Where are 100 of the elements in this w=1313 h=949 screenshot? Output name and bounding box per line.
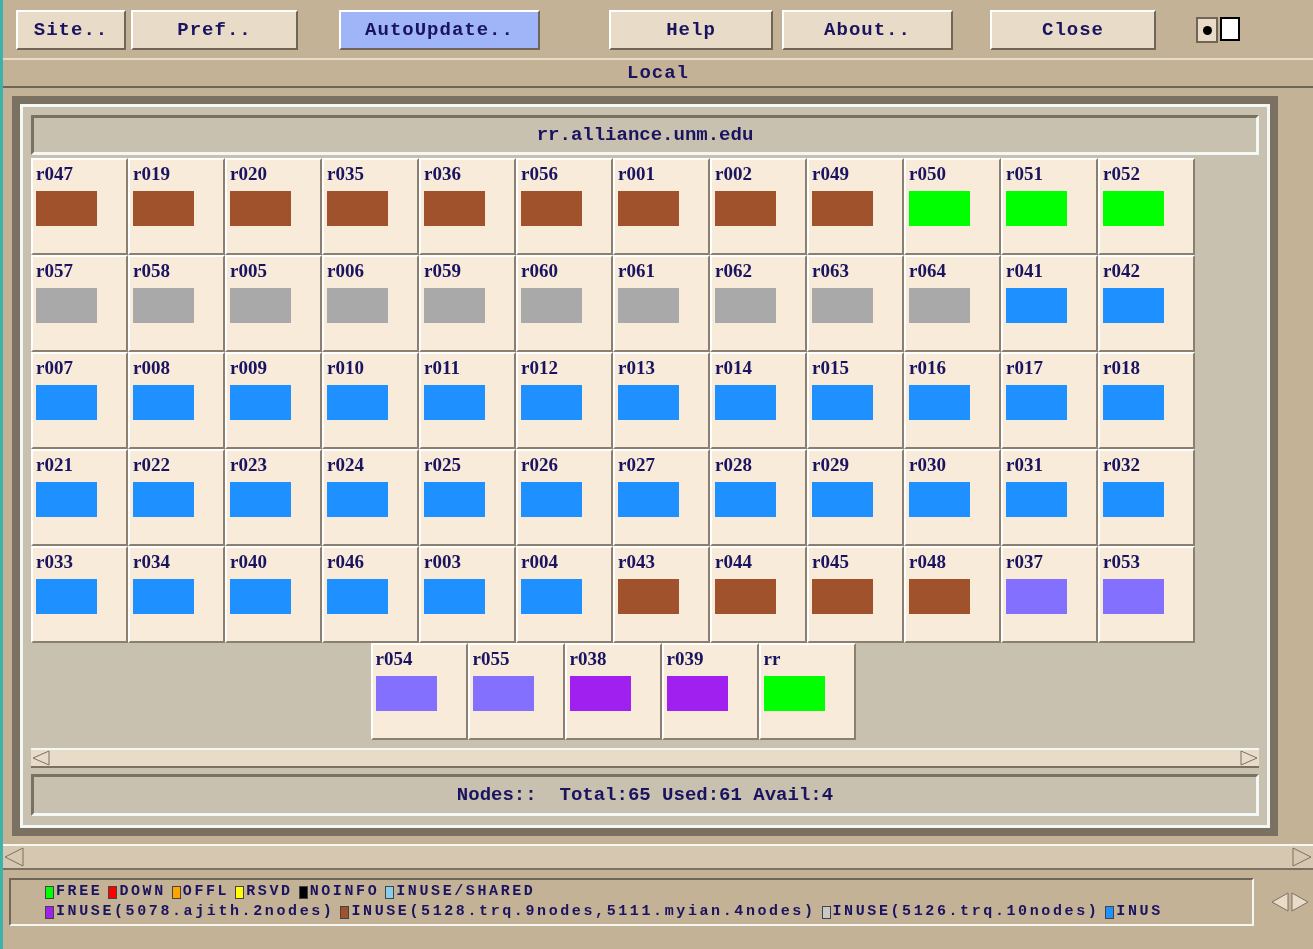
toolbar-button[interactable]: Site.. bbox=[16, 10, 126, 50]
legend-label: INUSE(5126.trq.10nodes) bbox=[832, 902, 1100, 922]
node-tile[interactable]: r054 bbox=[370, 643, 468, 740]
node-tile[interactable]: r055 bbox=[467, 643, 565, 740]
node-tile[interactable]: r062 bbox=[710, 255, 807, 352]
node-name: r046 bbox=[327, 551, 365, 573]
node-tile[interactable]: r018 bbox=[1098, 352, 1195, 449]
node-tile[interactable]: r039 bbox=[661, 643, 759, 740]
node-tile[interactable]: r030 bbox=[904, 449, 1001, 546]
horizontal-scrollbar[interactable] bbox=[31, 748, 1259, 768]
node-tile[interactable]: r036 bbox=[419, 158, 516, 255]
node-tile[interactable]: r007 bbox=[31, 352, 128, 449]
node-name: r032 bbox=[1103, 454, 1141, 476]
node-tile[interactable]: r046 bbox=[322, 546, 419, 643]
node-tile[interactable]: r017 bbox=[1001, 352, 1098, 449]
scroll-right-icon[interactable] bbox=[1239, 750, 1259, 766]
node-tile[interactable]: r061 bbox=[613, 255, 710, 352]
node-tile[interactable]: r038 bbox=[564, 643, 662, 740]
node-tile[interactable]: r045 bbox=[807, 546, 904, 643]
node-tile[interactable]: r006 bbox=[322, 255, 419, 352]
node-tile[interactable]: r029 bbox=[807, 449, 904, 546]
node-name: r054 bbox=[375, 648, 414, 670]
node-tile[interactable]: r002 bbox=[710, 158, 807, 255]
node-tile[interactable]: r015 bbox=[807, 352, 904, 449]
node-name: r064 bbox=[909, 260, 947, 282]
node-tile[interactable]: r014 bbox=[710, 352, 807, 449]
node-tile[interactable]: r011 bbox=[419, 352, 516, 449]
node-tile[interactable]: r016 bbox=[904, 352, 1001, 449]
node-name: r044 bbox=[715, 551, 753, 573]
node-tile[interactable]: r026 bbox=[516, 449, 613, 546]
node-tile[interactable]: r063 bbox=[807, 255, 904, 352]
node-tile[interactable]: r064 bbox=[904, 255, 1001, 352]
node-tile[interactable]: r050 bbox=[904, 158, 1001, 255]
node-tile[interactable]: r048 bbox=[904, 546, 1001, 643]
node-tile[interactable]: r013 bbox=[613, 352, 710, 449]
legend-label: INUSE(5078.ajith.2nodes) bbox=[56, 902, 335, 922]
node-name: r019 bbox=[133, 163, 171, 185]
node-tile[interactable]: r042 bbox=[1098, 255, 1195, 352]
toggle[interactable] bbox=[1196, 17, 1218, 43]
node-tile[interactable]: r035 bbox=[322, 158, 419, 255]
node-tile[interactable]: r009 bbox=[225, 352, 322, 449]
node-tile[interactable]: r040 bbox=[225, 546, 322, 643]
node-tile[interactable]: r041 bbox=[1001, 255, 1098, 352]
node-tile[interactable]: r028 bbox=[710, 449, 807, 546]
node-name: r036 bbox=[424, 163, 462, 185]
node-tile[interactable]: r047 bbox=[31, 158, 128, 255]
horizontal-scrollbar[interactable] bbox=[3, 844, 1313, 870]
node-tile[interactable]: r003 bbox=[419, 546, 516, 643]
node-tile[interactable]: r020 bbox=[225, 158, 322, 255]
toolbar-button[interactable]: Pref.. bbox=[131, 10, 298, 50]
node-tile[interactable]: r049 bbox=[807, 158, 904, 255]
node-tile[interactable]: r052 bbox=[1098, 158, 1195, 255]
node-tile[interactable]: r001 bbox=[613, 158, 710, 255]
node-tile[interactable]: r025 bbox=[419, 449, 516, 546]
node-name: r045 bbox=[812, 551, 850, 573]
node-tile[interactable]: r057 bbox=[31, 255, 128, 352]
node-tile[interactable]: r059 bbox=[419, 255, 516, 352]
node-tile[interactable]: r027 bbox=[613, 449, 710, 546]
node-tile[interactable]: r021 bbox=[31, 449, 128, 546]
node-tile[interactable]: r037 bbox=[1001, 546, 1098, 643]
node-name: r020 bbox=[230, 163, 268, 185]
node-name: r059 bbox=[424, 260, 462, 282]
legend-label: NOINFO bbox=[309, 882, 380, 902]
node-tile[interactable]: r031 bbox=[1001, 449, 1098, 546]
node-tile[interactable]: r022 bbox=[128, 449, 225, 546]
node-tile[interactable]: r004 bbox=[516, 546, 613, 643]
scroll-left-icon[interactable] bbox=[31, 750, 51, 766]
node-name: r041 bbox=[1006, 260, 1044, 282]
toolbar-button[interactable]: About.. bbox=[782, 10, 953, 50]
legend-label: DOWN bbox=[119, 882, 166, 902]
toolbar-button[interactable]: Close bbox=[990, 10, 1156, 50]
node-tile[interactable]: r051 bbox=[1001, 158, 1098, 255]
toggle[interactable] bbox=[1220, 17, 1240, 41]
node-tile[interactable]: r010 bbox=[322, 352, 419, 449]
node-tile[interactable]: r024 bbox=[322, 449, 419, 546]
scroll-right-icon[interactable] bbox=[1291, 847, 1313, 867]
node-tile[interactable]: r053 bbox=[1098, 546, 1195, 643]
node-name: r023 bbox=[230, 454, 268, 476]
node-name: r058 bbox=[133, 260, 171, 282]
node-tile[interactable]: r056 bbox=[516, 158, 613, 255]
node-tile[interactable]: r034 bbox=[128, 546, 225, 643]
node-tile[interactable]: r033 bbox=[31, 546, 128, 643]
node-tile[interactable]: r008 bbox=[128, 352, 225, 449]
scroll-left-icon[interactable] bbox=[3, 847, 25, 867]
node-name: r040 bbox=[230, 551, 268, 573]
node-tile[interactable]: rr bbox=[758, 643, 856, 740]
node-tile[interactable]: r058 bbox=[128, 255, 225, 352]
node-tile[interactable]: r019 bbox=[128, 158, 225, 255]
toolbar-button[interactable]: Help bbox=[609, 10, 773, 50]
node-tile[interactable]: r043 bbox=[613, 546, 710, 643]
node-name: r028 bbox=[715, 454, 753, 476]
node-tile[interactable]: r044 bbox=[710, 546, 807, 643]
node-tile[interactable]: r005 bbox=[225, 255, 322, 352]
node-name: r033 bbox=[36, 551, 74, 573]
toolbar-button[interactable]: AutoUpdate.. bbox=[339, 10, 540, 50]
node-tile[interactable]: r023 bbox=[225, 449, 322, 546]
node-tile[interactable]: r032 bbox=[1098, 449, 1195, 546]
node-tile[interactable]: r060 bbox=[516, 255, 613, 352]
node-tile[interactable]: r012 bbox=[516, 352, 613, 449]
node-name: r016 bbox=[909, 357, 947, 379]
